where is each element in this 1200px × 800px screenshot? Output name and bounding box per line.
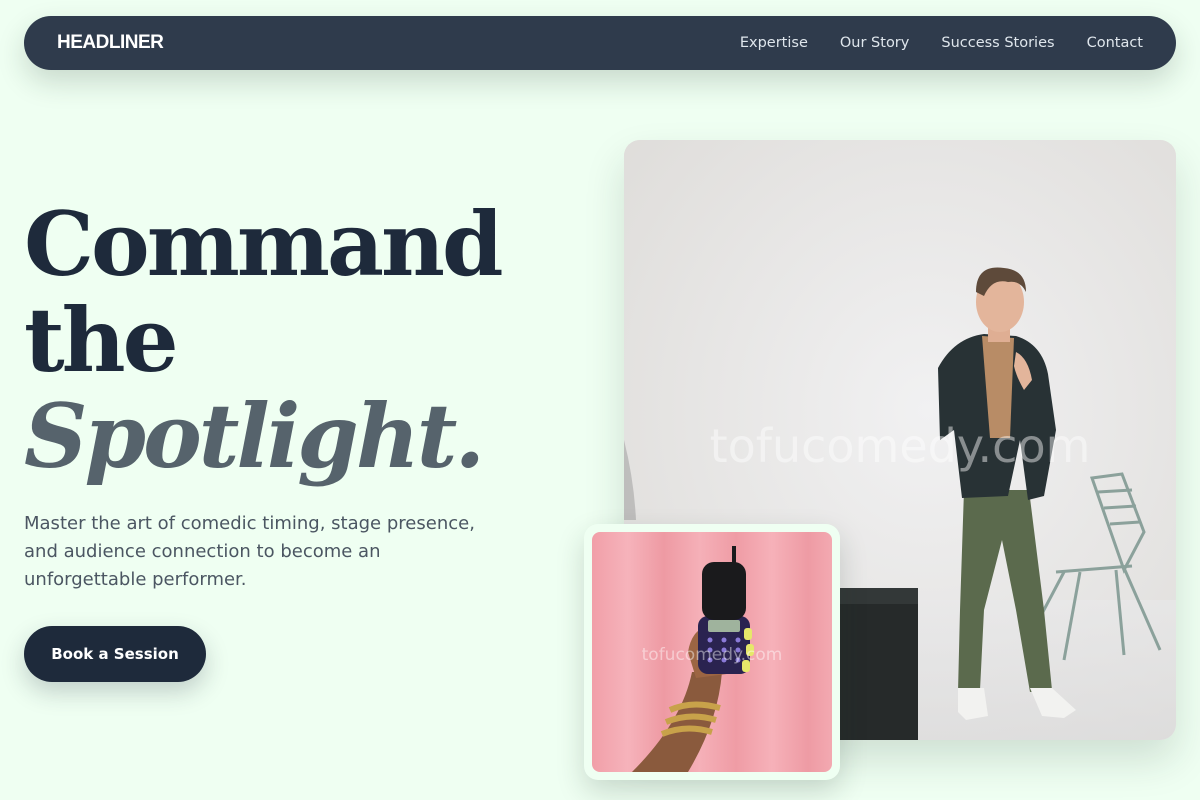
nav-link-expertise[interactable]: Expertise: [740, 35, 808, 51]
inset-photo-watermark: tofucomedy.com: [642, 645, 783, 665]
nav-link-contact[interactable]: Contact: [1087, 35, 1143, 51]
headline-accent: Spotlight.: [24, 384, 485, 488]
hero-headline: Command the Spotlight.: [24, 192, 503, 488]
top-navbar: HEADLINER Expertise Our Story Success St…: [24, 16, 1176, 70]
main-photo-watermark: tofucomedy.com: [710, 419, 1091, 473]
hero-subtext: Master the art of comedic timing, stage …: [24, 513, 475, 590]
inset-photo-frame: tofucomedy.com: [584, 524, 840, 780]
nav-link-success-stories[interactable]: Success Stories: [941, 35, 1054, 51]
brand-logo[interactable]: HEADLINER: [57, 32, 164, 54]
inset-photo: tofucomedy.com: [592, 532, 832, 772]
book-session-button[interactable]: Book a Session: [24, 626, 206, 682]
nav-link-our-story[interactable]: Our Story: [840, 35, 909, 51]
headline-line-1: Command: [24, 192, 503, 296]
phone-photo-illustration: tofucomedy.com: [592, 532, 832, 772]
headline-line-2: the: [24, 288, 179, 392]
nav-links: Expertise Our Story Success Stories Cont…: [740, 35, 1143, 51]
